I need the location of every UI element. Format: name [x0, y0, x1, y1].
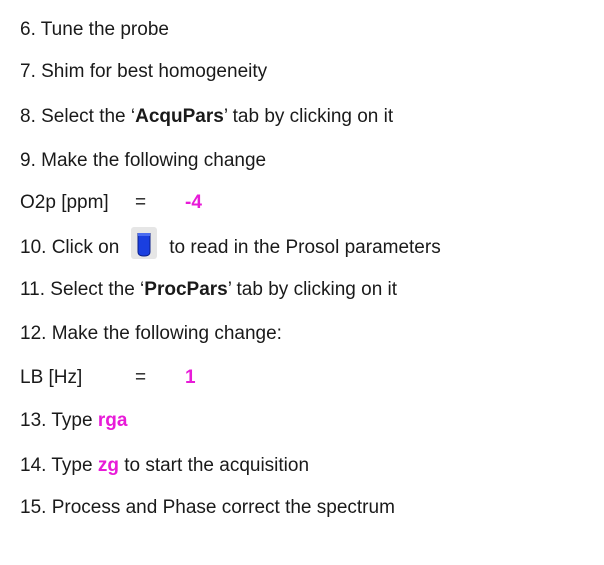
- step-8-prefix: 8. Select the ‘: [20, 106, 136, 127]
- param-name-lb: LB [Hz]: [20, 367, 83, 388]
- step-9: 9. Make the following change: [20, 150, 266, 172]
- procpars-tab-name: ProcPars: [144, 279, 228, 300]
- step-13: 13. Type rga: [20, 410, 127, 432]
- param-value-lb: 1: [185, 367, 196, 388]
- step-11-prefix: 11. Select the ‘: [20, 279, 145, 300]
- step-6-text: 6. Tune the probe: [20, 19, 169, 40]
- step-12-text: 12. Make the following change:: [20, 323, 282, 344]
- step-15-text: 15. Process and Phase correct the spectr…: [20, 497, 395, 518]
- prosol-probe-icon[interactable]: [131, 227, 158, 259]
- param-name-o2p: O2p [ppm]: [20, 192, 109, 213]
- step-8: 8. Select the ‘AcquPars’ tab by clicking…: [20, 106, 393, 128]
- command-zg: zg: [97, 455, 119, 476]
- step-13-prefix: 13. Type: [20, 410, 98, 431]
- param-equals: =: [135, 367, 147, 388]
- acqupars-tab-name: AcquPars: [135, 106, 224, 127]
- param-row-lb: LB [Hz] = 1: [20, 367, 196, 389]
- step-11-suffix: ’ tab by clicking on it: [227, 279, 398, 300]
- step-12: 12. Make the following change:: [20, 323, 282, 345]
- step-6: 6. Tune the probe: [20, 19, 169, 41]
- step-7-text: 7. Shim for best homogeneity: [20, 61, 268, 82]
- step-9-text: 9. Make the following change: [20, 150, 267, 171]
- step-8-suffix: ’ tab by clicking on it: [223, 106, 394, 127]
- step-10: 10. Click on to read in the Prosol param…: [20, 227, 441, 259]
- step-15: 15. Process and Phase correct the spectr…: [20, 497, 395, 519]
- step-14-suffix: to start the acquisition: [118, 455, 310, 476]
- param-row-o2p: O2p [ppm] = -4: [20, 192, 202, 214]
- step-14: 14. Type zg to start the acquisition: [20, 455, 309, 477]
- step-10-suffix: to read in the Prosol parameters: [169, 237, 441, 259]
- prosol-probe-icon-graphic: [137, 233, 151, 257]
- step-11: 11. Select the ‘ProcPars’ tab by clickin…: [20, 279, 397, 301]
- step-7: 7. Shim for best homogeneity: [20, 61, 267, 83]
- step-10-prefix: 10. Click on: [20, 237, 120, 259]
- command-rga: rga: [97, 410, 128, 431]
- param-equals: =: [135, 192, 147, 213]
- param-value-o2p: -4: [185, 192, 202, 213]
- step-14-prefix: 14. Type: [20, 455, 98, 476]
